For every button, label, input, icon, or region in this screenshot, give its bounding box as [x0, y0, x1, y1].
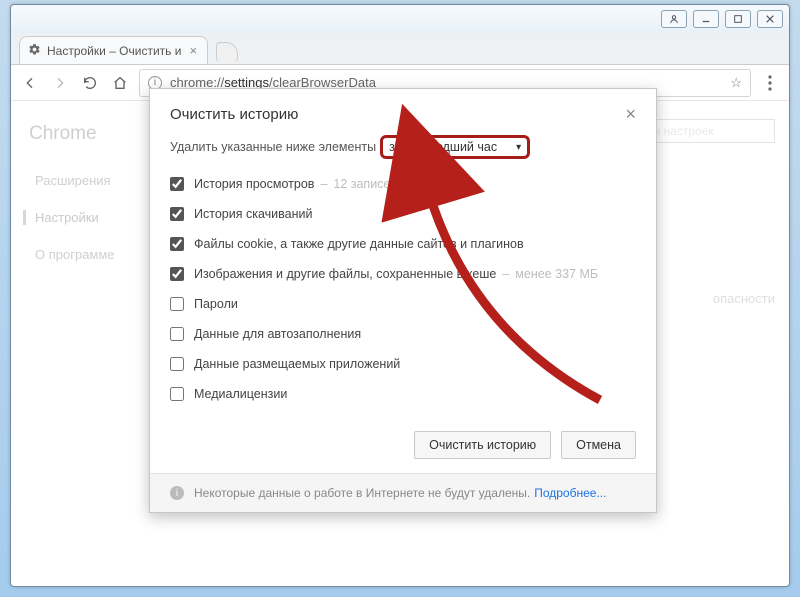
reload-icon	[82, 75, 98, 91]
dialog-title: Очистить историю	[170, 106, 298, 123]
close-window-button[interactable]	[757, 10, 783, 28]
clear-option-row: Данные для автозаполнения	[170, 319, 636, 349]
home-button[interactable]	[109, 72, 131, 94]
clear-option-label: Файлы cookie, а также другие данные сайт…	[194, 237, 524, 251]
maximize-icon	[733, 14, 743, 24]
tab-title: Настройки – Очистить и	[47, 44, 181, 58]
close-icon	[765, 14, 775, 24]
clear-option-label: Медиалицензии	[194, 387, 287, 401]
clear-option-checkbox[interactable]	[170, 357, 184, 371]
faded-section-text: опасности	[713, 291, 775, 306]
dialog-close-button[interactable]: ×	[625, 105, 636, 123]
gear-icon	[28, 43, 41, 59]
time-range-value: за прошедший час	[389, 140, 497, 154]
home-icon	[112, 75, 128, 91]
forward-button[interactable]	[49, 72, 71, 94]
reload-button[interactable]	[79, 72, 101, 94]
dialog-header: Очистить историю ×	[150, 89, 656, 133]
dialog-actions: Очистить историю Отмена	[150, 421, 656, 473]
tabstrip: Настройки – Очистить и ×	[11, 33, 789, 65]
clear-option-label: История просмотров	[194, 177, 314, 191]
clear-options-list: История просмотров – 12 записей История с…	[170, 169, 636, 409]
sidebar-item-extensions[interactable]: Расширения	[29, 173, 161, 188]
clear-option-checkbox[interactable]	[170, 387, 184, 401]
confirm-button[interactable]: Очистить историю	[414, 431, 551, 459]
clear-option-row: Пароли	[170, 289, 636, 319]
back-button[interactable]	[19, 72, 41, 94]
clear-option-checkbox[interactable]	[170, 177, 184, 191]
sidebar-item-settings[interactable]: Настройки	[23, 210, 161, 225]
clear-option-row: Медиалицензии	[170, 379, 636, 409]
arrow-left-icon	[22, 75, 38, 91]
clear-option-row: Изображения и другие файлы, сохраненные …	[170, 259, 636, 289]
overflow-menu-button[interactable]	[759, 72, 781, 94]
learn-more-link[interactable]: Подробнее...	[534, 486, 606, 500]
clear-option-row: Данные размещаемых приложений	[170, 349, 636, 379]
new-tab-button[interactable]	[216, 42, 238, 62]
dialog-body: Удалить указанные ниже элементы за проше…	[150, 133, 656, 421]
arrow-right-icon	[52, 75, 68, 91]
time-range-label: Удалить указанные ниже элементы	[170, 140, 376, 154]
time-range-select[interactable]: за прошедший час ▾	[380, 135, 530, 159]
settings-sidebar: Chrome Расширения Настройки О программе	[11, 101, 161, 586]
clear-option-row: История просмотров – 12 записей	[170, 169, 636, 199]
clear-option-label: Пароли	[194, 297, 238, 311]
clear-option-checkbox[interactable]	[170, 297, 184, 311]
clear-option-label: Данные размещаемых приложений	[194, 357, 400, 371]
minimize-button[interactable]	[693, 10, 719, 28]
bookmark-star-icon[interactable]: ☆	[730, 75, 742, 91]
info-icon: i	[170, 486, 184, 500]
tab-settings[interactable]: Настройки – Очистить и ×	[19, 36, 208, 64]
footer-text: Некоторые данные о работе в Интернете не…	[194, 486, 530, 500]
clear-option-label: Данные для автозаполнения	[194, 327, 361, 341]
maximize-button[interactable]	[725, 10, 751, 28]
clear-option-label: Изображения и другие файлы, сохраненные …	[194, 267, 496, 281]
clear-option-checkbox[interactable]	[170, 237, 184, 251]
user-icon	[669, 14, 679, 24]
time-range-row: Удалить указанные ниже элементы за проше…	[170, 135, 636, 159]
clear-option-row: История скачиваний	[170, 199, 636, 229]
cancel-button[interactable]: Отмена	[561, 431, 636, 459]
minimize-icon	[701, 14, 711, 24]
clear-option-row: Файлы cookie, а также другие данные сайт…	[170, 229, 636, 259]
sidebar-item-about[interactable]: О программе	[29, 247, 161, 262]
chevron-down-icon: ▾	[516, 142, 521, 153]
clear-option-checkbox[interactable]	[170, 267, 184, 281]
clear-option-suffix: 12 записей	[333, 177, 397, 191]
clear-option-suffix: менее 337 МБ	[515, 267, 598, 281]
kebab-icon	[768, 75, 772, 91]
user-button[interactable]	[661, 10, 687, 28]
dialog-footer: i Некоторые данные о работе в Интернете …	[150, 473, 656, 512]
clear-history-dialog: Очистить историю × Удалить указанные ниж…	[149, 88, 657, 513]
clear-option-checkbox[interactable]	[170, 207, 184, 221]
tab-close-button[interactable]: ×	[189, 43, 197, 58]
brand-label: Chrome	[29, 123, 161, 145]
os-titlebar	[11, 5, 789, 33]
clear-option-checkbox[interactable]	[170, 327, 184, 341]
clear-option-label: История скачиваний	[194, 207, 312, 221]
